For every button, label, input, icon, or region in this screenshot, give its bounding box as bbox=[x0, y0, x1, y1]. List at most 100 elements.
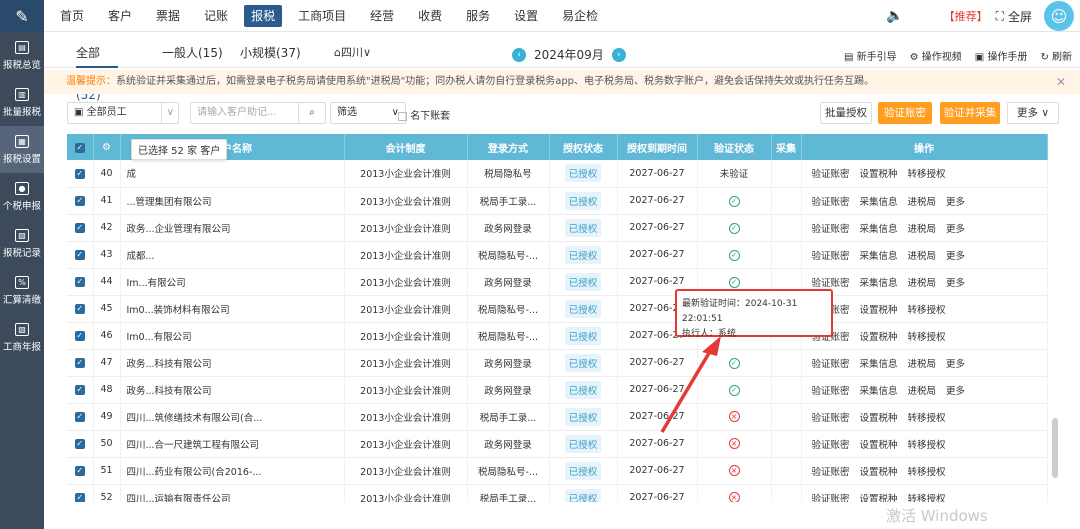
check-circle-icon[interactable]: ✓ bbox=[728, 384, 740, 396]
nav-item-6[interactable]: 经营 bbox=[358, 0, 406, 32]
nav-item-1[interactable]: 客户 bbox=[96, 0, 144, 32]
column-header-5[interactable]: 授权状态 bbox=[549, 134, 618, 160]
nav-item-4[interactable]: 报税 bbox=[244, 5, 283, 27]
row-action-link[interactable]: 设置税种 bbox=[860, 329, 898, 343]
check-circle-icon[interactable]: ✓ bbox=[728, 222, 740, 234]
verify-button[interactable]: 验证账密 bbox=[878, 102, 932, 124]
customer-name[interactable]: Im0...有限公司 bbox=[120, 322, 345, 350]
checkbox-icon[interactable]: ✓ bbox=[74, 277, 85, 287]
refresh-button[interactable]: ↻ 刷新 bbox=[1040, 48, 1072, 63]
search-icon[interactable]: ⌕ bbox=[298, 102, 326, 124]
customer-name[interactable]: 政务...企业管理有限公司 bbox=[120, 214, 345, 242]
sidebar-item-3[interactable]: ● 个税申报 bbox=[0, 173, 44, 220]
checkbox-icon[interactable]: ✓ bbox=[74, 196, 85, 206]
tab-general[interactable]: 一般人(15) bbox=[162, 32, 223, 68]
checkbox-icon[interactable]: ✓ bbox=[74, 439, 85, 449]
recommend-link[interactable]: 【推荐】 bbox=[944, 8, 988, 24]
close-icon[interactable]: ✕ bbox=[1056, 70, 1066, 94]
checkbox-icon[interactable]: ✓ bbox=[74, 168, 85, 179]
row-action-link[interactable]: 进税局 bbox=[908, 194, 937, 208]
row-checkbox[interactable]: ✓ bbox=[67, 457, 94, 485]
nav-item-0[interactable]: 首页 bbox=[48, 0, 96, 32]
row-checkbox[interactable]: ✓ bbox=[67, 268, 94, 296]
table-row[interactable]: ✓ 43 成都... 2013小企业会计准则 税局隐私号-... 已授权 2027-06-2… bbox=[67, 241, 1048, 269]
column-header-0[interactable]: ✓ bbox=[67, 134, 94, 160]
row-action-link[interactable]: 更多 bbox=[946, 194, 965, 208]
customer-name[interactable]: Im...有限公司 bbox=[120, 268, 345, 296]
checkbox-icon[interactable]: ✓ bbox=[74, 493, 85, 502]
column-header-7[interactable]: 验证状态 bbox=[697, 134, 772, 160]
avatar[interactable]: ☺ bbox=[1044, 1, 1074, 31]
row-checkbox[interactable]: ✓ bbox=[67, 214, 94, 242]
staff-select[interactable]: ▣ 全部员工 ∨ bbox=[67, 102, 179, 124]
verify-collect-button[interactable]: 验证并采集 bbox=[940, 102, 1000, 124]
row-action-link[interactable]: 验证账密 bbox=[812, 194, 850, 208]
nav-item-8[interactable]: 服务 bbox=[454, 0, 502, 32]
row-action-link[interactable]: 进税局 bbox=[908, 221, 937, 235]
speaker-icon[interactable]: 🔈 bbox=[886, 8, 903, 24]
nav-item-5[interactable]: 工商项目 bbox=[286, 0, 358, 32]
table-row[interactable]: ✓ 40 成 2013小企业会计准则 税局隐私号 已授权 2027-06-27 未验证 验证账密… bbox=[67, 160, 1048, 188]
table-row[interactable]: ✓ 42 政务...企业管理有限公司 2013小企业会计准则 政务网登录 已授权 2027-… bbox=[67, 214, 1048, 242]
table-row[interactable]: ✓ 50 四川...合一尺建筑工程有限公司 2013小企业会计准则 政务网登录 已授权 20… bbox=[67, 430, 1048, 458]
row-action-link[interactable]: 验证账密 bbox=[812, 248, 850, 262]
row-action-link[interactable]: 验证账密 bbox=[812, 166, 850, 180]
row-action-link[interactable]: 设置税种 bbox=[860, 410, 898, 424]
x-circle-icon[interactable]: × bbox=[728, 411, 740, 422]
fullscreen-button[interactable]: ⛶ 全屏 bbox=[996, 8, 1032, 25]
next-month-icon[interactable]: › bbox=[611, 47, 626, 62]
row-action-link[interactable]: 转移授权 bbox=[908, 410, 946, 424]
nav-item-7[interactable]: 收费 bbox=[406, 0, 454, 32]
row-action-link[interactable]: 采集信息 bbox=[860, 356, 898, 370]
row-checkbox[interactable]: ✓ bbox=[67, 430, 94, 458]
row-action-link[interactable]: 采集信息 bbox=[860, 275, 898, 289]
customer-name[interactable]: Im0...装饰材料有限公司 bbox=[120, 295, 345, 323]
row-action-link[interactable]: 更多 bbox=[946, 383, 965, 397]
customer-name[interactable]: 四川...运输有限责任公司 bbox=[120, 484, 345, 502]
row-action-link[interactable]: 转移授权 bbox=[908, 329, 946, 343]
row-checkbox[interactable]: ✓ bbox=[67, 187, 94, 215]
row-action-link[interactable]: 更多 bbox=[946, 221, 965, 235]
checkbox-icon[interactable]: ✓ bbox=[74, 385, 85, 395]
row-checkbox[interactable]: ✓ bbox=[67, 349, 94, 377]
row-action-link[interactable]: 转移授权 bbox=[908, 437, 946, 451]
under-accounts-checkbox[interactable]: 名下账套 bbox=[398, 107, 450, 122]
customer-name[interactable]: 成都... bbox=[120, 241, 345, 269]
row-action-link[interactable]: 验证账密 bbox=[812, 275, 850, 289]
row-action-link[interactable]: 进税局 bbox=[908, 275, 937, 289]
row-action-link[interactable]: 转移授权 bbox=[908, 491, 946, 503]
column-header-9[interactable]: 操作 bbox=[801, 134, 1048, 160]
tab-small[interactable]: 小规模(37) bbox=[240, 32, 301, 68]
manual-link[interactable]: ▣ 操作手册 bbox=[975, 48, 1028, 63]
customer-name[interactable]: 四川...药业有限公司(合2016-... bbox=[120, 457, 345, 485]
row-action-link[interactable]: 更多 bbox=[946, 248, 965, 262]
column-header-4[interactable]: 登录方式 bbox=[467, 134, 550, 160]
tab-all[interactable]: 全部(52) bbox=[76, 32, 118, 102]
table-row[interactable]: ✓ 49 四川...筑修缮技术有限公司(合... 2013小企业会计准则 税局手工录..… bbox=[67, 403, 1048, 431]
batch-auth-button[interactable]: 批量授权 bbox=[820, 102, 872, 124]
row-action-link[interactable]: 验证账密 bbox=[812, 221, 850, 235]
checkbox-icon[interactable]: ✓ bbox=[74, 223, 85, 233]
checkbox-icon[interactable]: ✓ bbox=[74, 412, 85, 422]
row-action-link[interactable]: 转移授权 bbox=[908, 166, 946, 180]
row-action-link[interactable]: 设置税种 bbox=[860, 302, 898, 316]
verify-status[interactable]: × bbox=[697, 484, 772, 502]
table-row[interactable]: ✓ 51 四川...药业有限公司(合2016-... 2013小企业会计准则 税局隐私号… bbox=[67, 457, 1048, 485]
checkbox-icon[interactable]: ✓ bbox=[74, 250, 85, 260]
x-circle-icon[interactable]: × bbox=[728, 465, 740, 476]
table-row[interactable]: ✓ 41 ...管理集团有限公司 2013小企业会计准则 税局手工录... 已授权 2027… bbox=[67, 187, 1048, 215]
customer-name[interactable]: 四川...合一尺建筑工程有限公司 bbox=[120, 430, 345, 458]
row-action-link[interactable]: 更多 bbox=[946, 356, 965, 370]
table-row[interactable]: ✓ 47 政务...科技有限公司 2013小企业会计准则 政务网登录 已授权 2027-06… bbox=[67, 349, 1048, 377]
row-action-link[interactable]: 进税局 bbox=[908, 356, 937, 370]
customer-name[interactable]: 政务...科技有限公司 bbox=[120, 349, 345, 377]
sidebar-item-2[interactable]: ▦ 报税设置 bbox=[0, 126, 44, 173]
nav-item-9[interactable]: 设置 bbox=[502, 0, 550, 32]
row-action-link[interactable]: 设置税种 bbox=[860, 166, 898, 180]
row-checkbox[interactable]: ✓ bbox=[67, 484, 94, 502]
checkbox-icon[interactable]: ✓ bbox=[74, 358, 85, 368]
row-action-link[interactable]: 设置税种 bbox=[860, 491, 898, 503]
sidebar-item-4[interactable]: ▧ 报税记录 bbox=[0, 220, 44, 267]
select-all-checkbox[interactable]: ✓ bbox=[74, 142, 85, 153]
checkbox-icon[interactable]: ✓ bbox=[74, 304, 85, 314]
